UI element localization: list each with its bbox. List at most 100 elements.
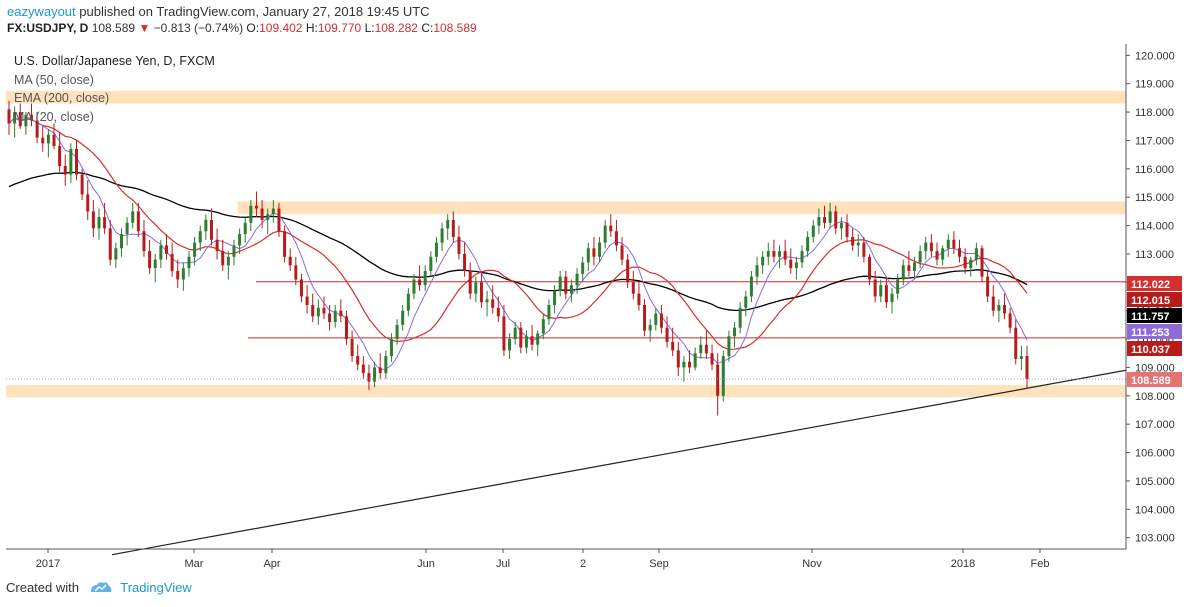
candle-body <box>991 296 995 311</box>
candle-body <box>406 293 410 311</box>
candle-body <box>350 339 354 357</box>
candle-body <box>333 310 337 323</box>
tradingview-logo-icon[interactable] <box>89 580 113 597</box>
candle-body <box>367 373 371 382</box>
legend-ema200[interactable]: EMA (200, close) <box>14 89 215 108</box>
y-tick-label: 105.000 <box>1135 476 1175 488</box>
candle-body <box>643 305 647 331</box>
zone-1 <box>238 201 1126 215</box>
zone-2 <box>6 385 1126 398</box>
candle-body <box>614 231 618 246</box>
open-value: 109.402 <box>259 21 303 35</box>
candle-body <box>980 248 984 277</box>
x-tick-label: Feb <box>1031 558 1050 570</box>
candle-body <box>631 282 635 294</box>
candle-body <box>778 251 782 257</box>
candle-body <box>58 146 62 166</box>
candle-body <box>232 245 236 257</box>
x-tick-label: Nov <box>802 558 822 570</box>
candle-body <box>963 256 967 269</box>
candle-body <box>288 256 292 266</box>
candle-body <box>744 296 748 308</box>
candle-body <box>91 211 95 229</box>
last-price: 108.589 <box>91 21 136 35</box>
low-value: 108.282 <box>374 21 418 35</box>
candle-body <box>941 248 945 260</box>
candle-body <box>654 313 658 325</box>
candle-body <box>361 364 365 374</box>
candle-body <box>918 251 922 263</box>
footer: Created with TradingView <box>6 580 192 597</box>
candle-body <box>856 242 860 246</box>
candle-body <box>474 282 478 294</box>
candle-body <box>238 234 242 246</box>
price-badge-label: 111.253 <box>1131 327 1170 339</box>
ma20-line <box>8 117 1028 350</box>
candle-body <box>558 276 562 291</box>
candle-body <box>789 259 793 269</box>
candle-body <box>1014 327 1018 359</box>
candle-body <box>637 293 641 306</box>
y-tick-label: 104.000 <box>1135 504 1175 516</box>
published-text: published on TradingView.com, January 27… <box>79 4 430 19</box>
candle-body <box>811 225 815 237</box>
candle-body <box>159 245 163 260</box>
candle-body <box>569 285 573 294</box>
candle-body <box>119 234 123 249</box>
candle-body <box>823 217 827 223</box>
candle-body <box>170 253 174 271</box>
candle-body <box>249 205 253 223</box>
tradingview-link[interactable]: TradingView <box>120 580 192 595</box>
candle-body <box>423 270 427 286</box>
x-tick-label: Mar <box>185 558 204 570</box>
candle-body <box>479 282 483 303</box>
candle-body <box>1003 305 1007 314</box>
candle-body <box>266 214 270 220</box>
candle-body <box>783 251 787 260</box>
candle-body <box>434 242 438 257</box>
candle-body <box>164 245 168 254</box>
candle-body <box>800 251 804 263</box>
candle-body <box>817 217 821 226</box>
candle-body <box>74 148 78 175</box>
candle-body <box>868 256 872 280</box>
candle-body <box>496 307 500 317</box>
trendline <box>111 369 1127 556</box>
candle-body <box>491 299 495 308</box>
candle-body <box>946 239 950 249</box>
price-badge-label: 112.022 <box>1131 279 1170 291</box>
candle-body <box>586 248 590 263</box>
candle-body <box>125 222 129 235</box>
candle-body <box>485 299 489 303</box>
legend-ma50[interactable]: MA (50, close) <box>14 71 215 90</box>
high-value: 109.770 <box>317 21 362 35</box>
candle-body <box>86 194 90 212</box>
candle-body <box>1008 313 1012 328</box>
low-label: L: <box>364 21 375 35</box>
candle-body <box>277 208 281 232</box>
candle-body <box>851 236 855 246</box>
candle-body <box>884 285 888 303</box>
author-link[interactable]: eazywayout <box>7 4 76 19</box>
candle-body <box>294 265 298 280</box>
y-tick-label: 117.000 <box>1135 135 1174 147</box>
candle-body <box>1019 356 1023 359</box>
candle-body <box>721 356 725 396</box>
candle-body <box>148 251 152 269</box>
candle-body <box>468 270 472 294</box>
candle-body <box>254 205 258 209</box>
candle-body <box>564 276 568 294</box>
candle-body <box>401 310 405 325</box>
publish-line: eazywayout published on TradingView.com,… <box>7 4 430 19</box>
candle-body <box>929 242 933 252</box>
y-tick-label: 118.000 <box>1135 107 1174 119</box>
candle-body <box>913 262 917 271</box>
candle-body <box>873 279 877 297</box>
x-tick-label: 2 <box>580 558 586 570</box>
candle-body <box>581 262 585 274</box>
candle-body <box>828 211 832 223</box>
candle-body <box>519 327 523 348</box>
legend-ma20[interactable]: MA (20, close) <box>14 108 215 127</box>
candle-body <box>806 236 810 252</box>
candle-body <box>136 211 140 232</box>
